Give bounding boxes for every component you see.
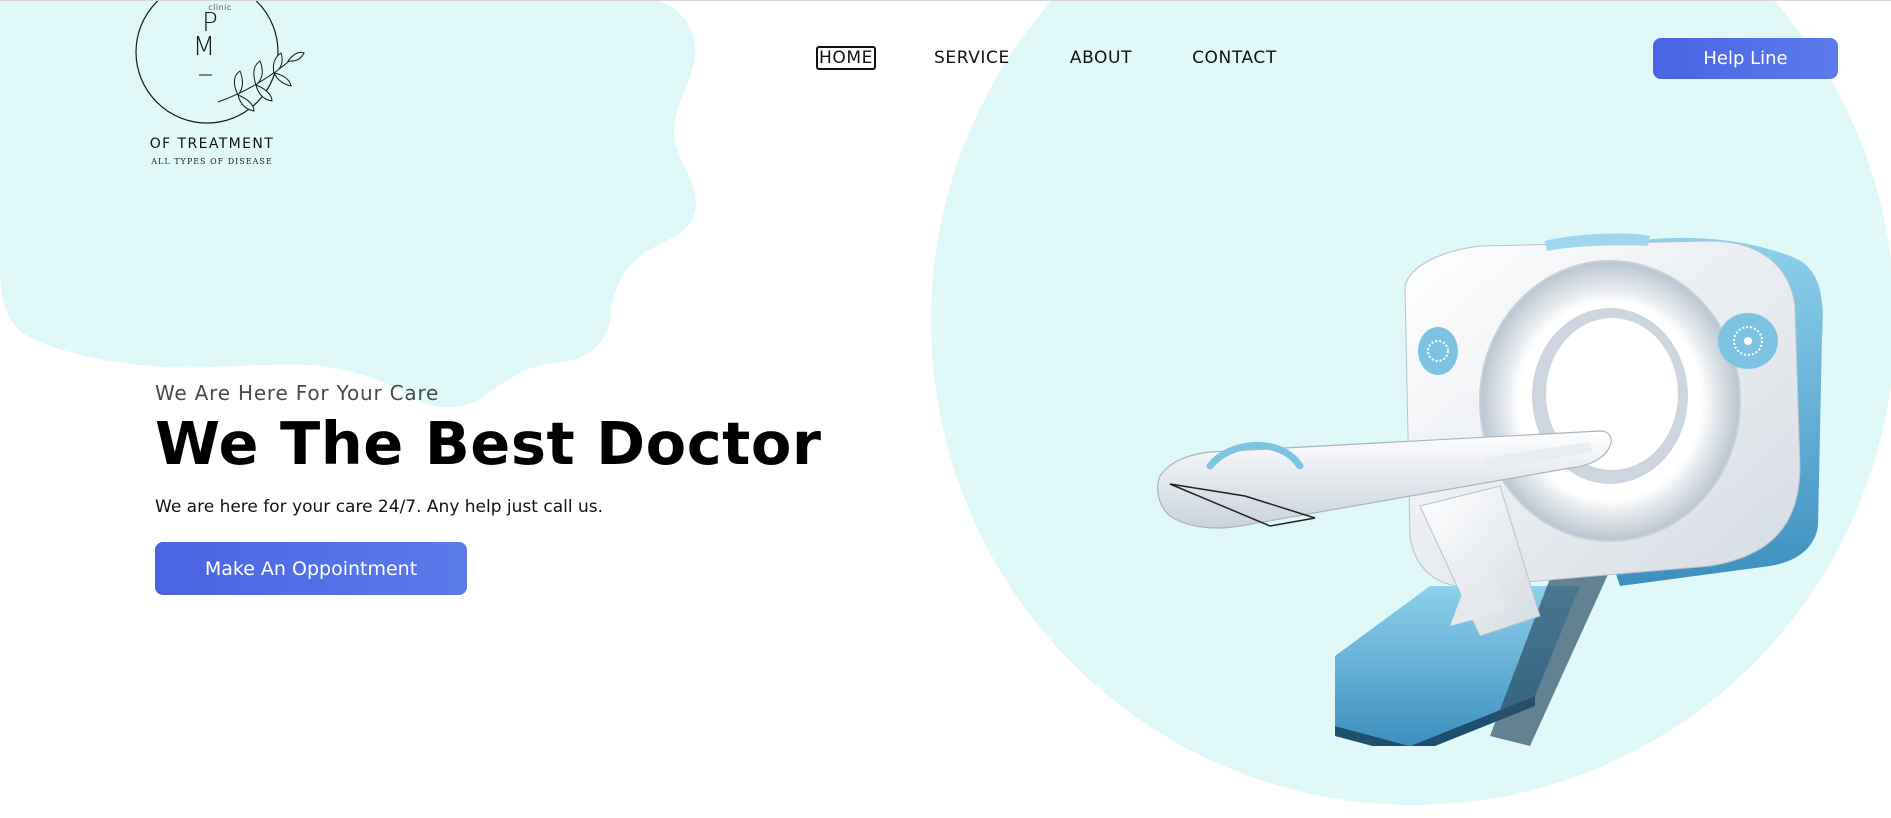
- hero-kicker: We Are Here For Your Care: [155, 381, 440, 405]
- clinic-logo[interactable]: P M clinic OF TREATMENT ALL TYPES OF DIS…: [126, 1, 306, 177]
- help-line-button[interactable]: Help Line: [1653, 38, 1838, 79]
- nav-item-contact[interactable]: CONTACT: [1190, 47, 1279, 69]
- logo-title: OF TREATMENT: [149, 136, 275, 152]
- top-left-blob: [0, 1, 696, 408]
- ct-scanner-illustration: [1157, 233, 1823, 746]
- logo-small-text: clinic: [208, 3, 232, 12]
- laurel-branch-icon: [217, 51, 305, 112]
- nav-item-about[interactable]: ABOUT: [1068, 47, 1134, 69]
- hero-title: We The Best Doctor: [155, 409, 822, 478]
- page: P M clinic OF TREATMENT ALL TYPES OF DIS…: [0, 0, 1891, 818]
- main-nav: HOME SERVICE ABOUT CONTACT: [816, 45, 1335, 71]
- nav-item-service[interactable]: SERVICE: [932, 47, 1012, 69]
- nav-item-home[interactable]: HOME: [816, 46, 876, 70]
- logo-mark: P M: [135, 1, 305, 124]
- hero-description: We are here for your care 24/7. Any help…: [155, 497, 604, 517]
- logo-subtitle: ALL TYPES OF DISEASE: [151, 157, 273, 166]
- make-appointment-button[interactable]: Make An Oppointment: [155, 542, 467, 595]
- logo-monogram-bottom: M: [193, 32, 215, 62]
